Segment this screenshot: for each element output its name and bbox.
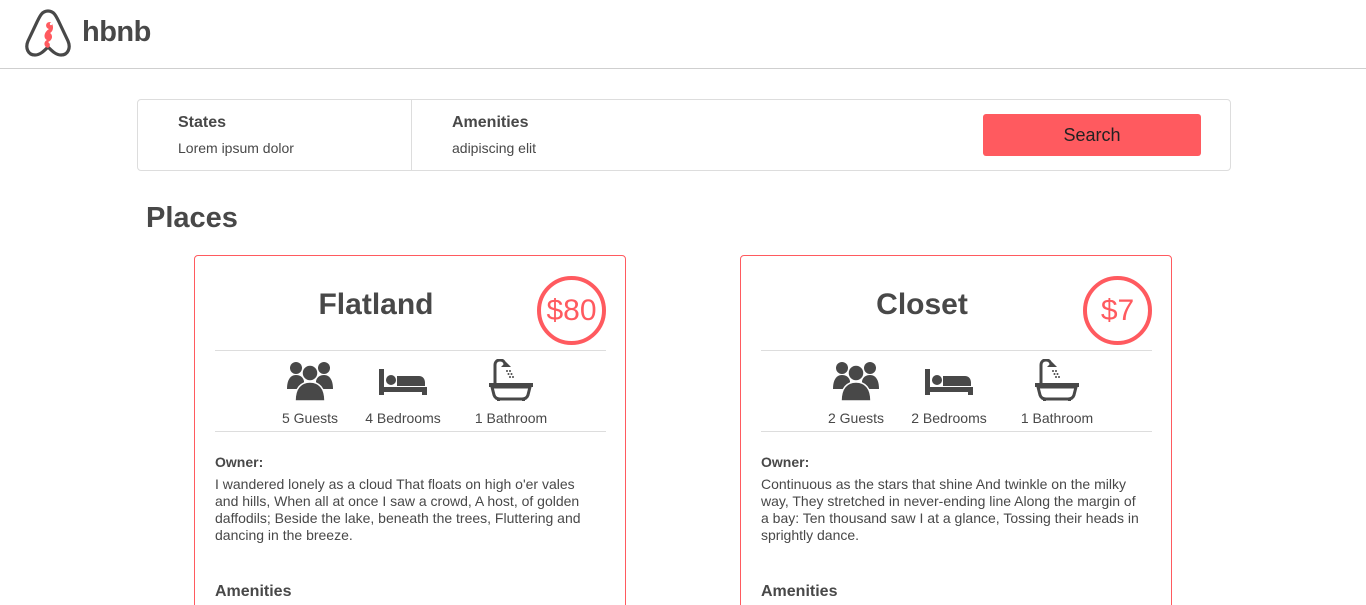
bathtub-icon: [487, 358, 535, 401]
filters-bar: States Lorem ipsum dolor Amenities adipi…: [137, 99, 1231, 171]
amenities-filter-title: Amenities: [452, 114, 529, 131]
guests-label: 2 Guests: [827, 410, 885, 426]
bedrooms-label: 4 Bedrooms: [365, 410, 441, 426]
group-icon: [832, 359, 880, 402]
bedrooms-info: 2 Bedrooms: [899, 351, 999, 431]
logo-text: hbnb: [82, 15, 151, 48]
bed-icon: [379, 359, 427, 401]
price-badge: $80: [537, 276, 606, 345]
place-info: 5 Guests 4 Bedrooms 1 Bathroom: [215, 350, 606, 432]
place-card: Flatland $80 5 Guests 4 Bedrooms 1 Bathr…: [194, 255, 626, 605]
guests-label: 5 Guests: [281, 410, 339, 426]
guests-info: 5 Guests: [260, 351, 360, 431]
owner-label: Owner:: [761, 454, 810, 470]
bed-icon: [925, 359, 973, 401]
airbnb-logo-icon: [24, 8, 72, 58]
bathrooms-info: 1 Bathroom: [461, 351, 561, 431]
states-filter-value: Lorem ipsum dolor: [178, 140, 294, 156]
bathrooms-label: 1 Bathroom: [474, 410, 548, 426]
amenities-filter[interactable]: Amenities adipiscing elit: [412, 100, 712, 170]
bathrooms-label: 1 Bathroom: [1020, 410, 1094, 426]
place-name: Flatland: [318, 288, 434, 321]
logo[interactable]: hbnb: [24, 8, 151, 58]
states-filter-title: States: [178, 114, 227, 131]
amenities-filter-value: adipiscing elit: [452, 140, 537, 156]
search-button[interactable]: Search: [983, 114, 1201, 156]
places-title: Places: [146, 202, 238, 234]
place-description: Continuous as the stars that shine And t…: [761, 476, 1139, 543]
bedrooms-info: 4 Bedrooms: [353, 351, 453, 431]
bathtub-icon: [1033, 358, 1081, 401]
place-name: Closet: [876, 288, 968, 321]
amenities-heading: Amenities: [215, 583, 292, 600]
group-icon: [286, 359, 334, 402]
place-info: 2 Guests 2 Bedrooms 1 Bathroom: [761, 350, 1152, 432]
price-badge: $7: [1083, 276, 1152, 345]
place-description: I wandered lonely as a cloud That floats…: [215, 476, 581, 543]
top-header: hbnb: [0, 0, 1366, 69]
bedrooms-label: 2 Bedrooms: [911, 410, 987, 426]
place-card: Closet $7 2 Guests 2 Bedrooms 1 Bathroom…: [740, 255, 1172, 605]
bathrooms-info: 1 Bathroom: [1007, 351, 1107, 431]
amenities-heading: Amenities: [761, 583, 838, 600]
states-filter[interactable]: States Lorem ipsum dolor: [138, 100, 412, 170]
guests-info: 2 Guests: [806, 351, 906, 431]
owner-label: Owner:: [215, 454, 264, 470]
